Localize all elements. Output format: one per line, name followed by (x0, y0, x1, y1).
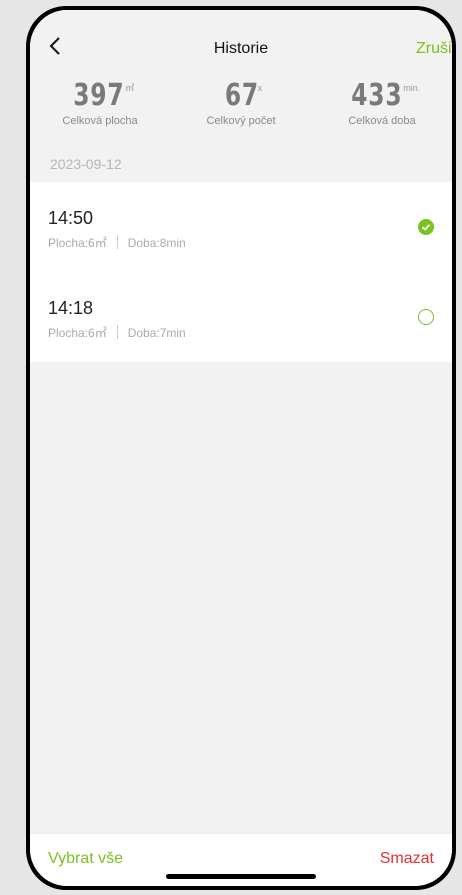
record-meta: Plocha:6㎡ Doba:7min (48, 324, 186, 341)
page-title: Historie (213, 40, 269, 57)
stat-total-time: 433min. Celková doba (312, 78, 452, 127)
checkbox-unchecked-icon[interactable] (418, 309, 434, 325)
stat-unit: min. (403, 83, 421, 93)
stat-label: Celkový počet (206, 115, 276, 127)
list-item[interactable]: 14:18 Plocha:6㎡ Doba:7min (30, 272, 452, 362)
screen: Historie Zrušit 397㎡ Celková plocha 67x … (30, 10, 452, 886)
divider (116, 235, 118, 249)
select-all-button[interactable]: Vybrat vše (48, 850, 123, 868)
top-bar: Historie Zrušit (30, 10, 452, 74)
stat-value: 67 (224, 78, 259, 113)
list-item[interactable]: 14:50 Plocha:6㎡ Doba:8min (30, 182, 452, 272)
date-group-header: 2023-09-12 (50, 156, 122, 172)
summary-stats: 397㎡ Celková plocha 67x Celkový počet 43… (30, 78, 452, 140)
home-indicator (166, 874, 316, 879)
delete-button[interactable]: Smazat (380, 850, 434, 868)
bottom-action-bar: Vybrat vše Smazat (30, 833, 452, 886)
stat-label: Celková plocha (62, 115, 138, 127)
phone-frame: Historie Zrušit 397㎡ Celková plocha 67x … (26, 6, 456, 890)
record-time: 14:50 (48, 208, 94, 228)
stat-total-area: 397㎡ Celková plocha (30, 78, 170, 127)
stat-value: 397 (72, 78, 125, 113)
record-duration: Doba:7min (127, 326, 186, 340)
stat-unit: ㎡ (125, 83, 135, 93)
record-area: Plocha:6㎡ (48, 326, 107, 340)
record-duration: Doba:8min (127, 236, 186, 250)
record-area: Plocha:6㎡ (48, 236, 107, 250)
cancel-button[interactable]: Zrušit (416, 40, 452, 58)
record-time: 14:18 (48, 298, 94, 318)
record-meta: Plocha:6㎡ Doba:8min (48, 234, 186, 251)
stat-total-count: 67x Celkový počet (171, 78, 311, 127)
stat-label: Celková doba (348, 115, 416, 127)
stat-value: 433 (350, 78, 403, 113)
checkbox-checked-icon[interactable] (418, 219, 434, 235)
history-list: 14:50 Plocha:6㎡ Doba:8min 14:18 Plocha:6㎡… (30, 182, 452, 362)
divider (116, 325, 118, 339)
